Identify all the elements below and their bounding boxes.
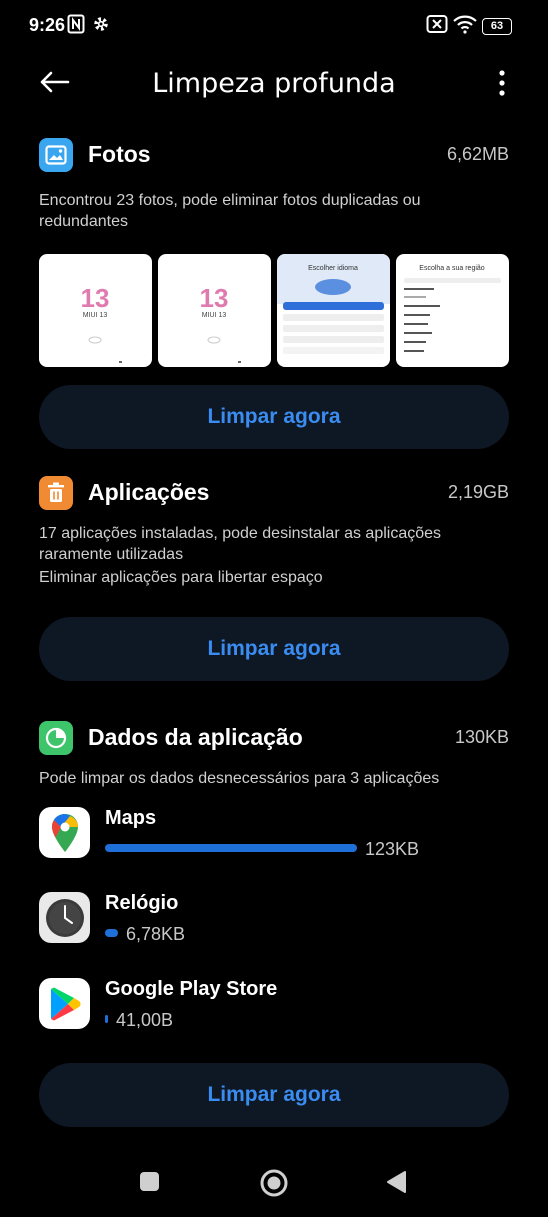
system-navigation-bar — [0, 1157, 548, 1217]
list-item[interactable]: Relógio 6,78KB — [39, 892, 509, 956]
more-vert-icon — [499, 70, 505, 96]
photo-thumbnails: 13 MIUI 13 13 MIUI 13 Escolher idioma Es… — [39, 254, 509, 367]
back-nav-button[interactable] — [385, 1170, 409, 1194]
clean-apps-button[interactable]: Limpar agora — [39, 617, 509, 681]
status-bar: 9:26 63 — [0, 0, 548, 52]
more-options-button[interactable] — [490, 66, 514, 100]
home-button[interactable] — [259, 1168, 289, 1198]
svg-text:13: 13 — [81, 283, 110, 313]
photo-thumbnail[interactable]: Escolha a sua região — [396, 254, 509, 367]
thumbnail-heading-text: Escolha a sua região — [419, 265, 484, 272]
thumbnail-heading-text: Escolher idioma — [308, 265, 358, 272]
trash-icon — [39, 476, 73, 510]
photo-thumbnail[interactable]: 13 MIUI 13 — [158, 254, 271, 367]
wifi-icon — [452, 14, 478, 39]
photos-title: Fotos — [88, 141, 151, 167]
battery-level: 63 — [482, 18, 512, 35]
settings-gear-icon — [92, 14, 110, 39]
app-size: 123KB — [365, 839, 420, 859]
square-icon — [140, 1172, 159, 1191]
app-bar: Limpeza profunda — [0, 52, 548, 114]
page-title: Limpeza profunda — [152, 68, 396, 99]
usage-bar — [105, 1015, 108, 1023]
apps-title: Aplicações — [88, 479, 210, 505]
list-item[interactable]: Maps 123KB — [39, 807, 509, 871]
usage-bar — [105, 929, 118, 937]
svg-text:13: 13 — [200, 283, 229, 313]
app-size: 6,78KB — [126, 924, 186, 944]
thumbnail-logo-text: MIUI 13 — [83, 312, 108, 319]
clock-icon — [39, 892, 90, 943]
triangle-back-icon — [387, 1171, 406, 1193]
photos-header: Fotos 6,62MB — [39, 138, 509, 174]
no-sim-icon — [426, 14, 448, 39]
clean-app-data-button[interactable]: Limpar agora — [39, 1063, 509, 1127]
recents-button[interactable] — [139, 1171, 161, 1193]
app-data-title: Dados da aplicação — [88, 724, 303, 750]
apps-description-secondary: Eliminar aplicações para libertar espaço — [39, 569, 323, 586]
usage-bar — [105, 844, 357, 852]
photos-icon — [39, 138, 73, 172]
app-data-description: Pode limpar os dados desnecessários para… — [39, 770, 440, 787]
app-name: Google Play Store — [105, 978, 278, 1000]
apps-size: 2,19GB — [447, 482, 509, 502]
pie-chart-icon — [39, 721, 73, 755]
list-item[interactable]: Google Play Store 41,00B — [39, 978, 509, 1042]
nfc-icon — [67, 14, 85, 39]
home-circle-icon — [260, 1169, 288, 1197]
status-time: 9:26 — [29, 15, 66, 35]
apps-header: Aplicações 2,19GB — [39, 476, 509, 512]
thumbnail-logo-text: MIUI 13 — [202, 312, 227, 319]
play-store-icon — [39, 978, 90, 1029]
photos-size: 6,62MB — [446, 144, 509, 164]
app-data-header: Dados da aplicação 130KB — [39, 721, 509, 757]
apps-description: 17 aplicações instaladas, pode desinstal… — [39, 525, 442, 563]
photos-description: Encontrou 23 fotos, pode eliminar fotos … — [39, 192, 421, 230]
app-name: Maps — [105, 807, 157, 829]
app-size: 41,00B — [116, 1010, 174, 1030]
photo-thumbnail[interactable]: Escolher idioma — [277, 254, 390, 367]
app-data-size: 130KB — [454, 727, 509, 747]
app-name: Relógio — [105, 892, 179, 914]
clean-photos-button[interactable]: Limpar agora — [39, 385, 509, 449]
photo-thumbnail[interactable]: 13 MIUI 13 — [39, 254, 152, 367]
maps-icon — [39, 807, 90, 858]
battery-icon: 63 — [482, 16, 512, 35]
